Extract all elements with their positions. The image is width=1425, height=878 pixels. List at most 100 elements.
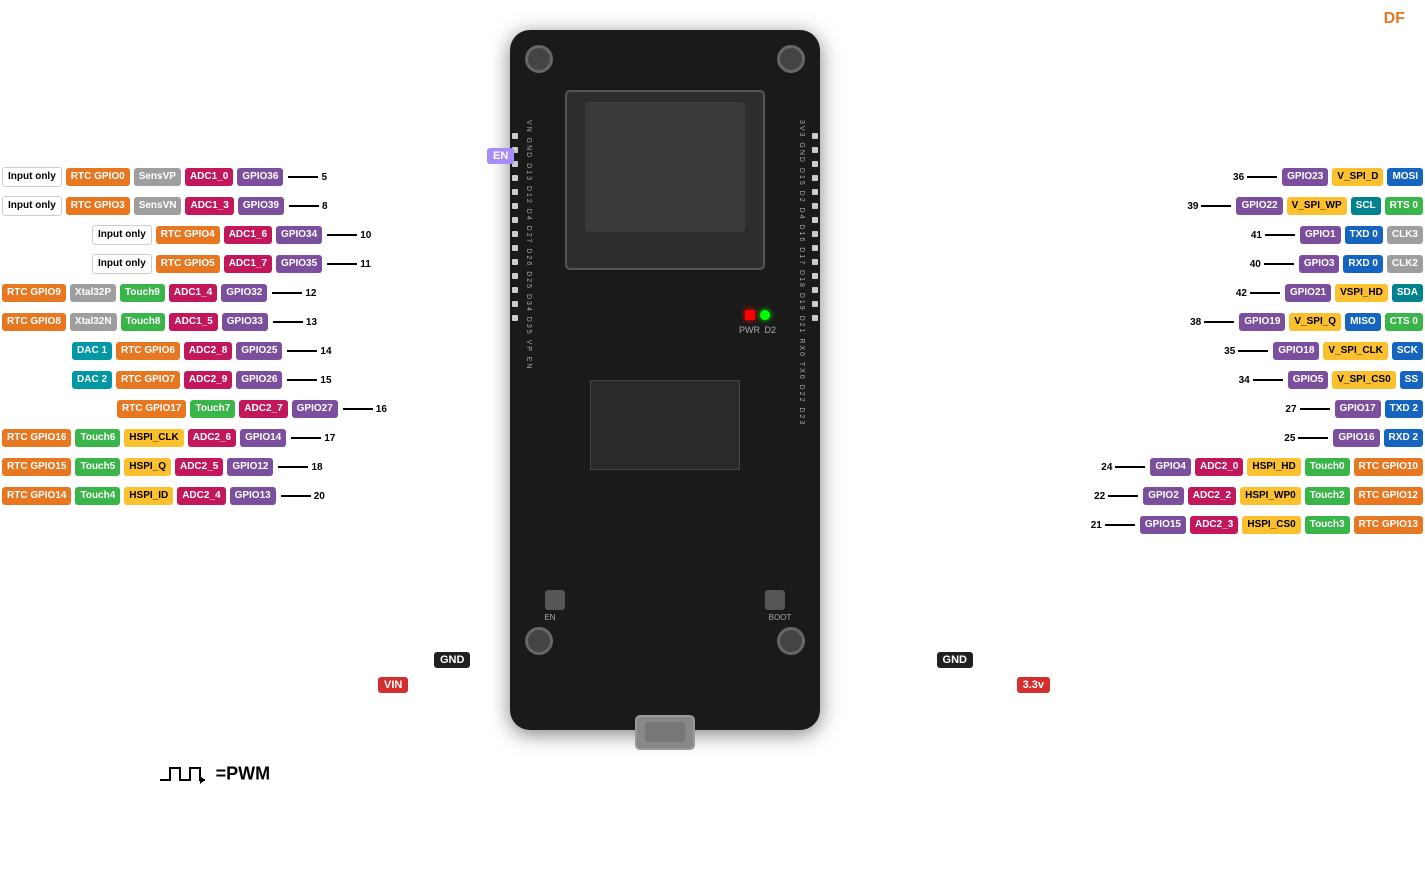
btn-boot-label: BOOT (766, 613, 794, 622)
d2-led (760, 310, 770, 320)
badge-clk3: CLK3 (1387, 226, 1423, 244)
badge-sda: SDA (1392, 284, 1423, 302)
badge-gpio32: GPIO32 (221, 284, 267, 302)
num-17: 17 (324, 433, 335, 444)
badge-gpio16: GPIO16 (1333, 429, 1379, 447)
badge-vspi-hd: VSPI_HD (1335, 284, 1388, 302)
pin-row-gpio16: RXD 2 GPIO16 25 (1091, 426, 1425, 450)
badge-gpio39: GPIO39 (238, 197, 284, 215)
num-12: 12 (305, 288, 316, 299)
line-gpio27 (343, 408, 373, 410)
badge-gpio1: GPIO1 (1300, 226, 1341, 244)
badge-gpio35: GPIO35 (276, 255, 322, 273)
badge-sck: SCK (1392, 342, 1423, 360)
badge-rtc-gpio17: RTC GPIO17 (117, 400, 186, 418)
line-gpio35 (327, 263, 357, 265)
brand-label: DF (1384, 10, 1405, 28)
btn-en[interactable] (545, 590, 565, 610)
badge-rts0: RTS 0 (1385, 197, 1423, 215)
badge-rxd2: RXD 2 (1384, 429, 1423, 447)
num-18: 18 (311, 462, 322, 473)
usb-port[interactable] (635, 715, 695, 750)
line-gpio19 (1204, 321, 1234, 323)
vin-badge: VIN (378, 677, 408, 693)
en-badge: EN (487, 148, 514, 164)
badge-touch2: Touch2 (1305, 487, 1350, 505)
badge-gpio12: GPIO12 (227, 458, 273, 476)
rnum-38: 38 (1190, 317, 1201, 328)
badge-xtal32p: Xtal32P (70, 284, 116, 302)
badge-sensvn: SensVN (134, 197, 182, 215)
badge-rtc-gpio10: RTC GPIO10 (1354, 458, 1423, 476)
pwm-text: =PWM (216, 763, 271, 783)
pin-row-gpio35: Input only RTC GPIO5 ADC1_7 GPIO35 11 (0, 252, 387, 276)
btn-boot[interactable] (765, 590, 785, 610)
btn-en-label: EN (536, 613, 564, 622)
badge-input-only-1: Input only (2, 167, 62, 187)
badge-gpio22: GPIO22 (1236, 197, 1282, 215)
badge-txd2: TXD 2 (1385, 400, 1423, 418)
pin-row-gpio15: RTC GPIO13 Touch3 HSPI_CS0 ADC2_3 GPIO15… (1091, 513, 1425, 537)
badge-rtc-gpio14: RTC GPIO14 (2, 487, 71, 505)
wifi-module-inner (585, 102, 745, 232)
board-pin-labels-right: 3V3 GND D15 D2 D4 D16 D17 D18 D19 D21 RX… (798, 120, 805, 620)
badge-touch9: Touch9 (120, 284, 165, 302)
right-pins-container: MOSI V_SPI_D GPIO23 36 RTS 0 SCL V_SPI_W… (1091, 165, 1425, 542)
rnum-25: 25 (1284, 433, 1295, 444)
badge-vspi-wp: V_SPI_WP (1287, 197, 1347, 215)
pin-row-gpio1: CLK3 TXD 0 GPIO1 41 (1091, 223, 1425, 247)
num-8: 8 (322, 201, 328, 212)
rnum-39: 39 (1187, 201, 1198, 212)
rnum-40: 40 (1250, 259, 1261, 270)
line-gpio23 (1247, 176, 1277, 178)
badge-rtc-gpio5: RTC GPIO5 (156, 255, 220, 273)
pin-row-gpio39: Input only RTC GPIO3 SensVN ADC1_3 GPIO3… (0, 194, 387, 218)
num-13: 13 (306, 317, 317, 328)
pin-row-gpio22: RTS 0 SCL V_SPI_WP GPIO22 39 (1091, 194, 1425, 218)
num-16: 16 (376, 404, 387, 415)
pin-row-gpio5: SS V_SPI_CS0 GPIO5 34 (1091, 368, 1425, 392)
left-pins-container: Input only RTC GPIO0 SensVP ADC1_0 GPIO3… (0, 165, 387, 513)
badge-input-only-2: Input only (2, 196, 62, 216)
pwr-text: PWR (739, 325, 760, 335)
badge-hspi-hd: HSPI_HD (1247, 458, 1300, 476)
line-gpio15 (1105, 524, 1135, 526)
badge-dac1: DAC 1 (72, 342, 112, 360)
badge-gpio21: GPIO21 (1285, 284, 1331, 302)
num-10: 10 (360, 230, 371, 241)
pin-row-gpio14: RTC GPIO16 Touch6 HSPI_CLK ADC2_6 GPIO14… (0, 426, 387, 450)
badge-gpio5: GPIO5 (1288, 371, 1329, 389)
badge-hspi-q: HSPI_Q (124, 458, 171, 476)
board-pin-labels-left: VN GND D13 D12 D4 D27 D26 D25 D34 D35 VP… (525, 120, 532, 620)
badge-touch4: Touch4 (75, 487, 120, 505)
pwr-led (745, 310, 755, 320)
line-gpio16 (1298, 437, 1328, 439)
badge-rtc-gpio0: RTC GPIO0 (66, 168, 130, 186)
badge-hspi-cs0: HSPI_CS0 (1242, 516, 1300, 534)
badge-adc2-5: ADC2_5 (175, 458, 223, 476)
line-gpio14 (291, 437, 321, 439)
badge-adc1-3: ADC1_3 (185, 197, 233, 215)
badge-ss: SS (1400, 371, 1423, 389)
esp32-board: PWR D2 EN BOOT VN GND D13 (500, 30, 830, 790)
line-gpio5 (1253, 379, 1283, 381)
num-5: 5 (321, 172, 327, 183)
badge-adc2-4: ADC2_4 (177, 487, 225, 505)
badge-adc2-8: ADC2_8 (184, 342, 232, 360)
badge-adc2-3: ADC2_3 (1190, 516, 1238, 534)
badge-gpio25: GPIO25 (236, 342, 282, 360)
pin-row-gpio2: RTC GPIO12 Touch2 HSPI_WP0 ADC2_2 GPIO2 … (1091, 484, 1425, 508)
badge-hspi-id: HSPI_ID (124, 487, 173, 505)
line-gpio32 (272, 292, 302, 294)
num-14: 14 (320, 346, 331, 357)
pin-row-gpio32: RTC GPIO9 Xtal32P Touch9 ADC1_4 GPIO32 1… (0, 281, 387, 305)
badge-gpio18: GPIO18 (1273, 342, 1319, 360)
badge-vspi-q: V_SPI_Q (1289, 313, 1341, 331)
pin-row-gpio13: RTC GPIO14 Touch4 HSPI_ID ADC2_4 GPIO13 … (0, 484, 387, 508)
badge-vspi-clk: V_SPI_CLK (1323, 342, 1387, 360)
badge-rxd0: RXD 0 (1343, 255, 1382, 273)
rnum-42: 42 (1236, 288, 1247, 299)
badge-dac2: DAC 2 (72, 371, 112, 389)
wifi-module (565, 90, 765, 270)
badge-adc2-2: ADC2_2 (1188, 487, 1236, 505)
